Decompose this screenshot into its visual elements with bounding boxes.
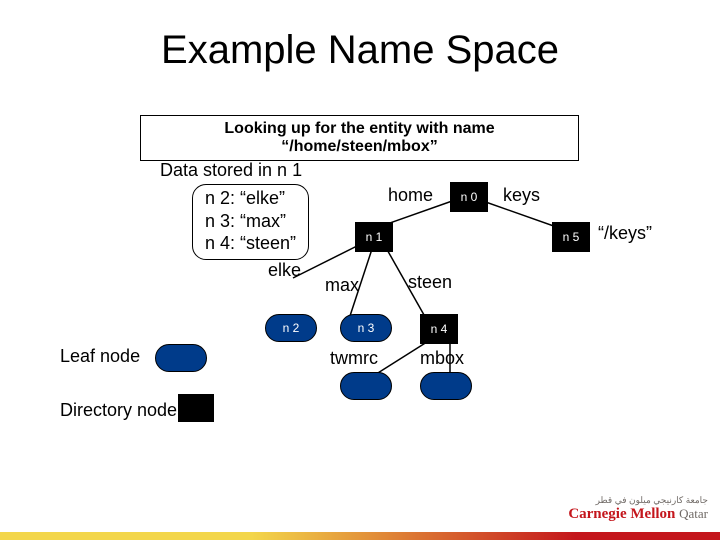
logo-en-main: Carnegie Mellon bbox=[568, 506, 675, 522]
edge-label-keys-quoted: “/keys” bbox=[598, 223, 652, 244]
edge-label-twmrc: twmrc bbox=[330, 348, 378, 369]
footer-gradient bbox=[0, 532, 720, 540]
logo-english: Carnegie Mellon Qatar bbox=[568, 507, 708, 522]
data-box: n 2: “elke” n 3: “max” n 4: “steen” bbox=[192, 184, 309, 260]
logo-en-sub: Qatar bbox=[679, 506, 708, 521]
legend-dir-label: Directory node bbox=[60, 400, 177, 421]
node-n2: n 2 bbox=[265, 314, 317, 342]
slide-title: Example Name Space bbox=[0, 28, 720, 73]
edge-label-steen: steen bbox=[408, 272, 452, 293]
stored-in-n1-label: Data stored in n 1 bbox=[160, 160, 302, 181]
legend-leaf-icon bbox=[155, 344, 207, 372]
node-n1: n 1 bbox=[355, 222, 393, 252]
edge-label-home: home bbox=[388, 185, 433, 206]
edge-label-keys: keys bbox=[503, 185, 540, 206]
node-n5: n 5 bbox=[552, 222, 590, 252]
data-line-1: n 2: “elke” bbox=[205, 187, 296, 210]
node-n3: n 3 bbox=[340, 314, 392, 342]
node-n0: n 0 bbox=[450, 182, 488, 212]
footer-logo: جامعة كارنيجي ميلون في قطر Carnegie Mell… bbox=[568, 496, 708, 522]
edges-svg bbox=[0, 0, 720, 540]
edge-label-max: max bbox=[325, 275, 359, 296]
legend-leaf-label: Leaf node bbox=[60, 346, 140, 367]
leaf-mbox bbox=[420, 372, 472, 400]
logo-arabic: جامعة كارنيجي ميلون في قطر bbox=[568, 496, 708, 505]
leaf-twmrc bbox=[340, 372, 392, 400]
legend-dir-icon bbox=[178, 394, 214, 422]
node-n4: n 4 bbox=[420, 314, 458, 344]
data-line-3: n 4: “steen” bbox=[205, 232, 296, 255]
edge-label-mbox: mbox bbox=[420, 348, 464, 369]
edge-label-elke: elke bbox=[268, 260, 301, 281]
data-line-2: n 3: “max” bbox=[205, 210, 296, 233]
lookup-box: Looking up for the entity with name “/ho… bbox=[140, 115, 579, 161]
